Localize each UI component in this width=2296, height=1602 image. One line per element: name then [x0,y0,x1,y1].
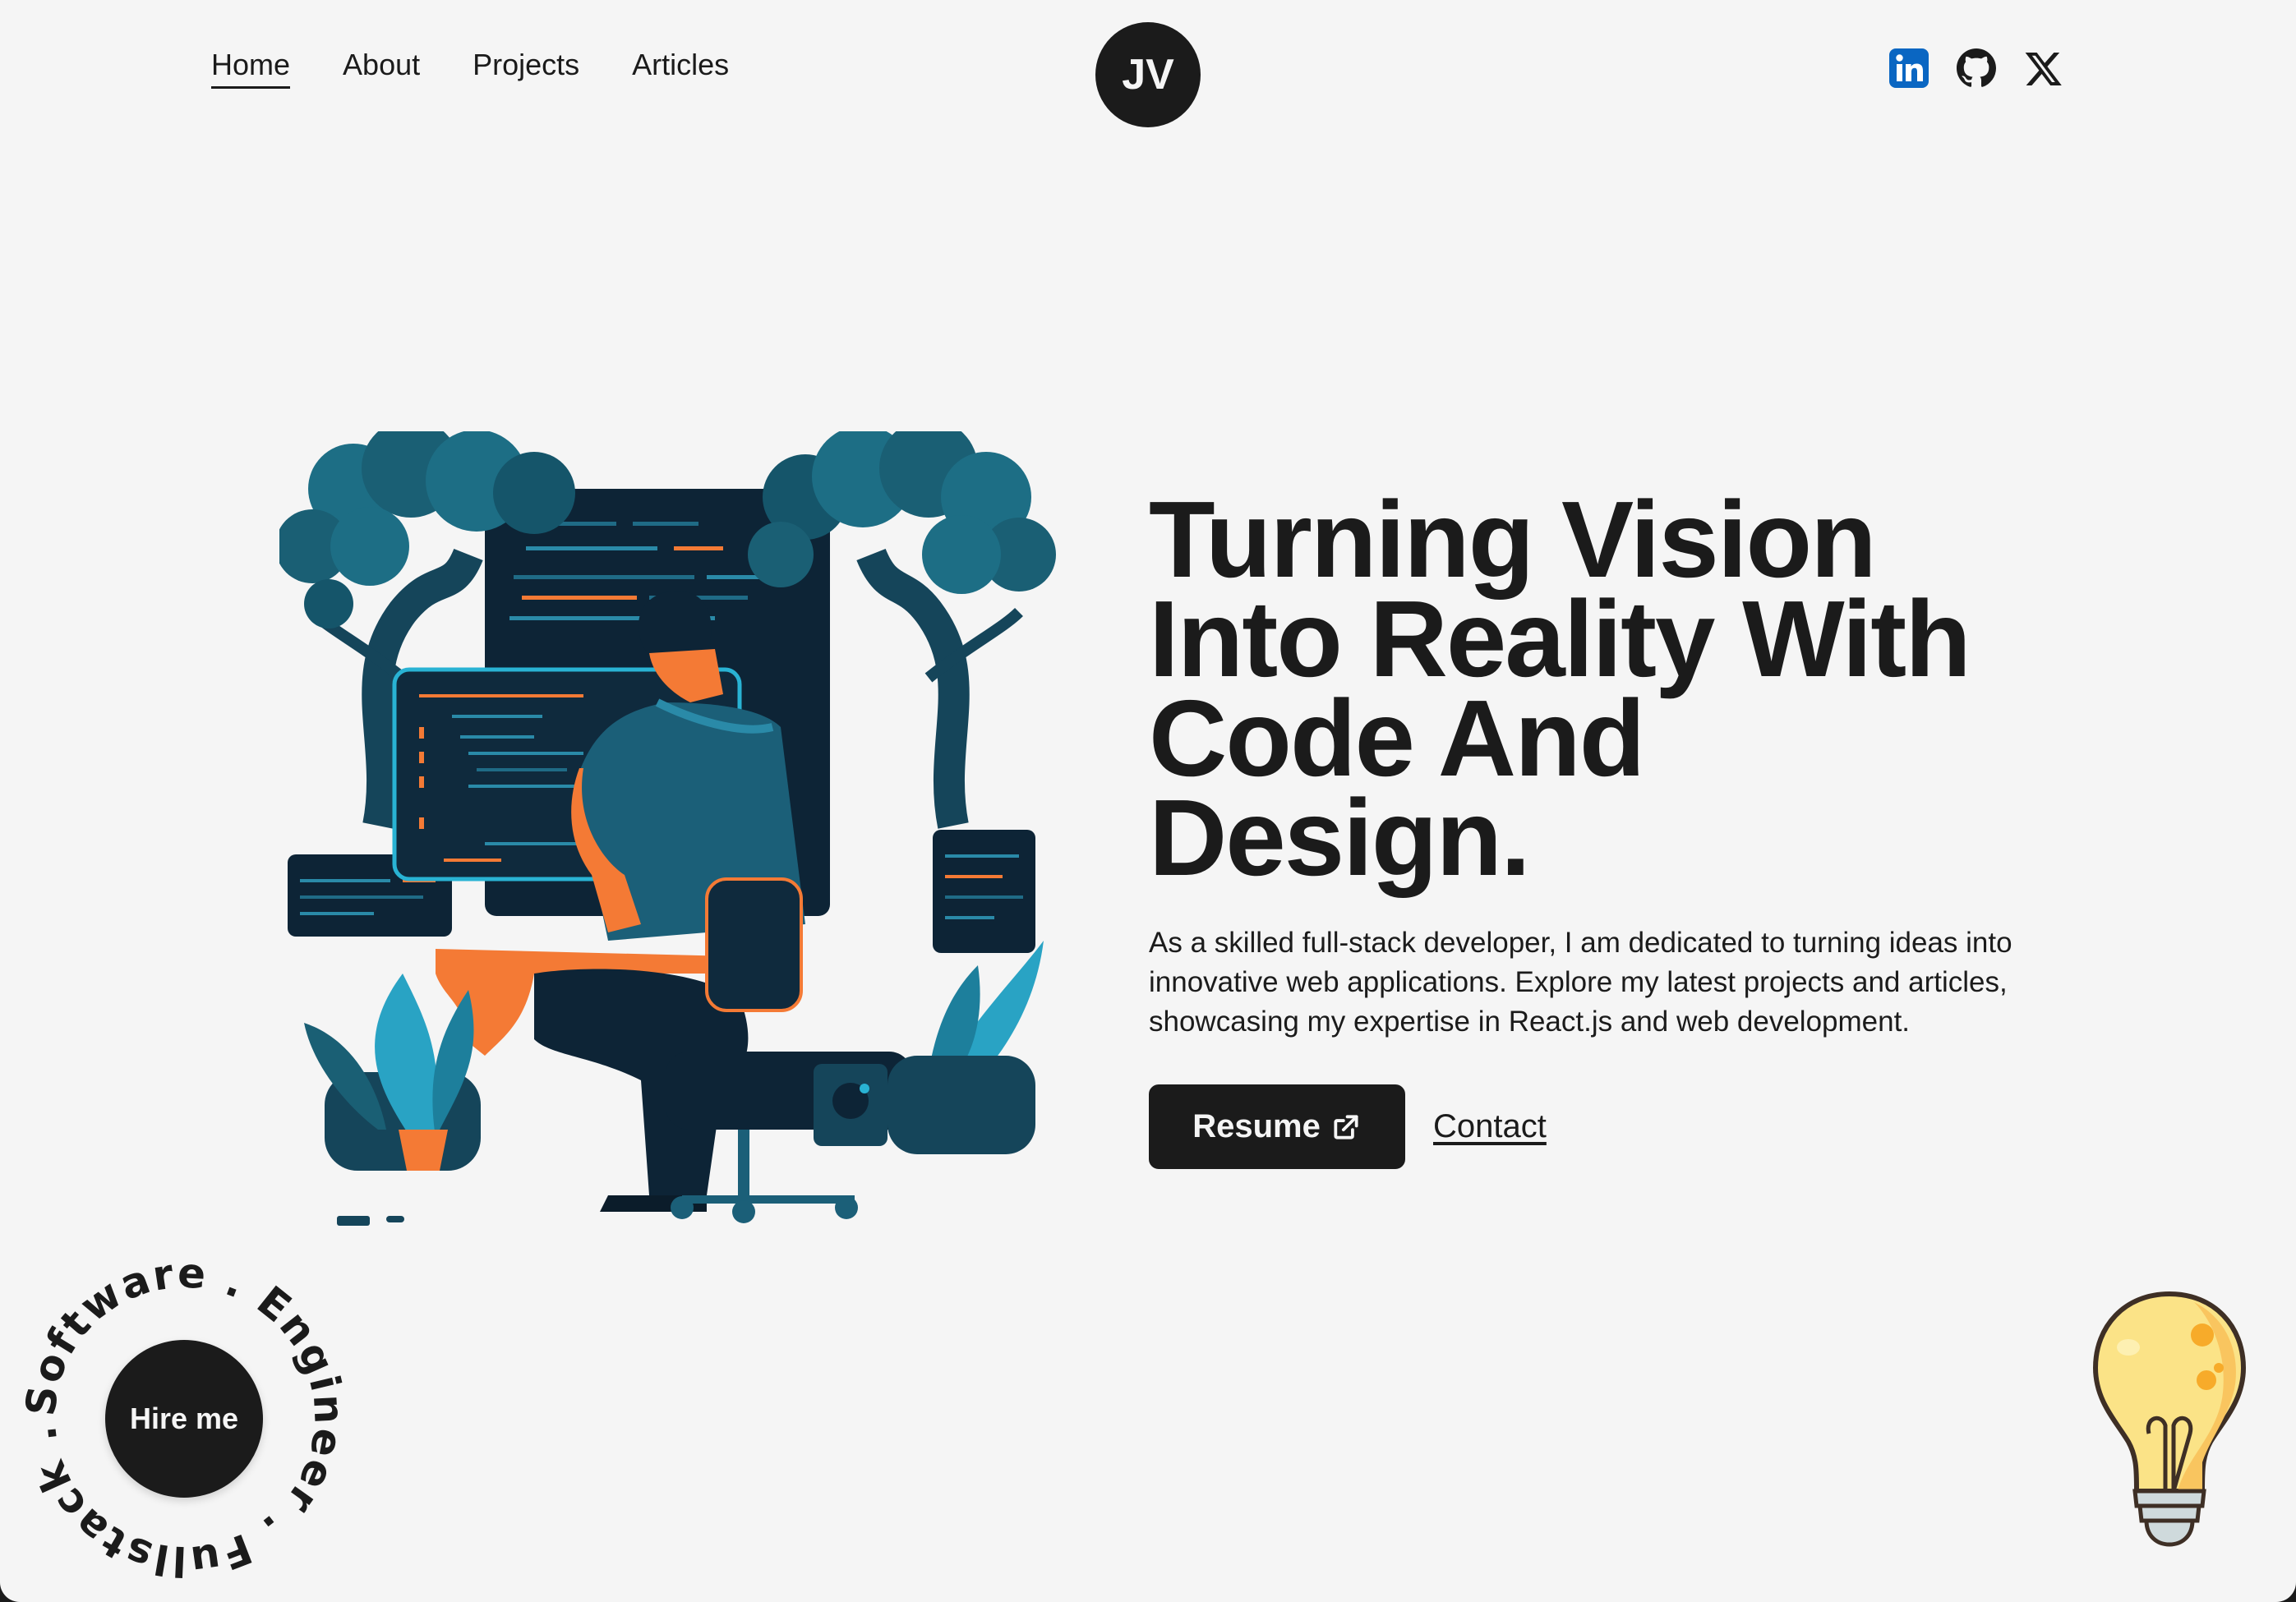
side-monitor-right [933,830,1035,953]
external-link-icon [1334,1114,1358,1139]
nav-link-projects[interactable]: Projects [473,48,579,87]
linkedin-link[interactable] [1888,48,1929,89]
resume-button[interactable]: Resume [1149,1084,1405,1169]
developer-illustration [279,431,1056,1226]
x-link[interactable] [2023,48,2064,89]
page: Home About Projects Articles JV Turning … [0,0,2296,1602]
main-nav: Home About Projects Articles [211,48,729,89]
hire-me-button[interactable]: Hire me [105,1340,263,1498]
headline-line: Code And [1149,678,1645,799]
logo[interactable]: JV [1095,22,1201,127]
headline-line: Turning Vision [1149,479,1877,600]
linkedin-icon [1889,48,1929,88]
nav-link-about[interactable]: About [343,48,420,87]
plant-right [888,941,1044,1154]
contact-link[interactable]: Contact [1433,1108,1547,1145]
lightbulb-icon [2092,1291,2247,1547]
x-icon [2025,53,2062,85]
cta-row: Resume Contact [1149,1084,2086,1169]
hero-headline: Turning Vision Into Reality With Code An… [1149,479,2077,898]
hire-me-widget: Software . Engineer . Fullstack . Hire m… [16,1249,353,1586]
nav-link-home[interactable]: Home [211,48,291,89]
headline-line: Design. [1149,777,1531,898]
resume-label: Resume [1192,1108,1321,1144]
headline-line: Into Reality With [1149,578,1971,699]
hero-text: Turning Vision Into Reality With Code An… [1149,479,2086,1169]
github-link[interactable] [1956,48,1997,89]
chair-back [705,877,803,1012]
social-links [1888,48,2064,89]
github-icon [1957,48,1996,87]
nav-link-articles[interactable]: Articles [632,48,729,87]
hero-intro: As a skilled full-stack developer, I am … [1149,927,2012,1038]
plant-left [304,974,481,1171]
